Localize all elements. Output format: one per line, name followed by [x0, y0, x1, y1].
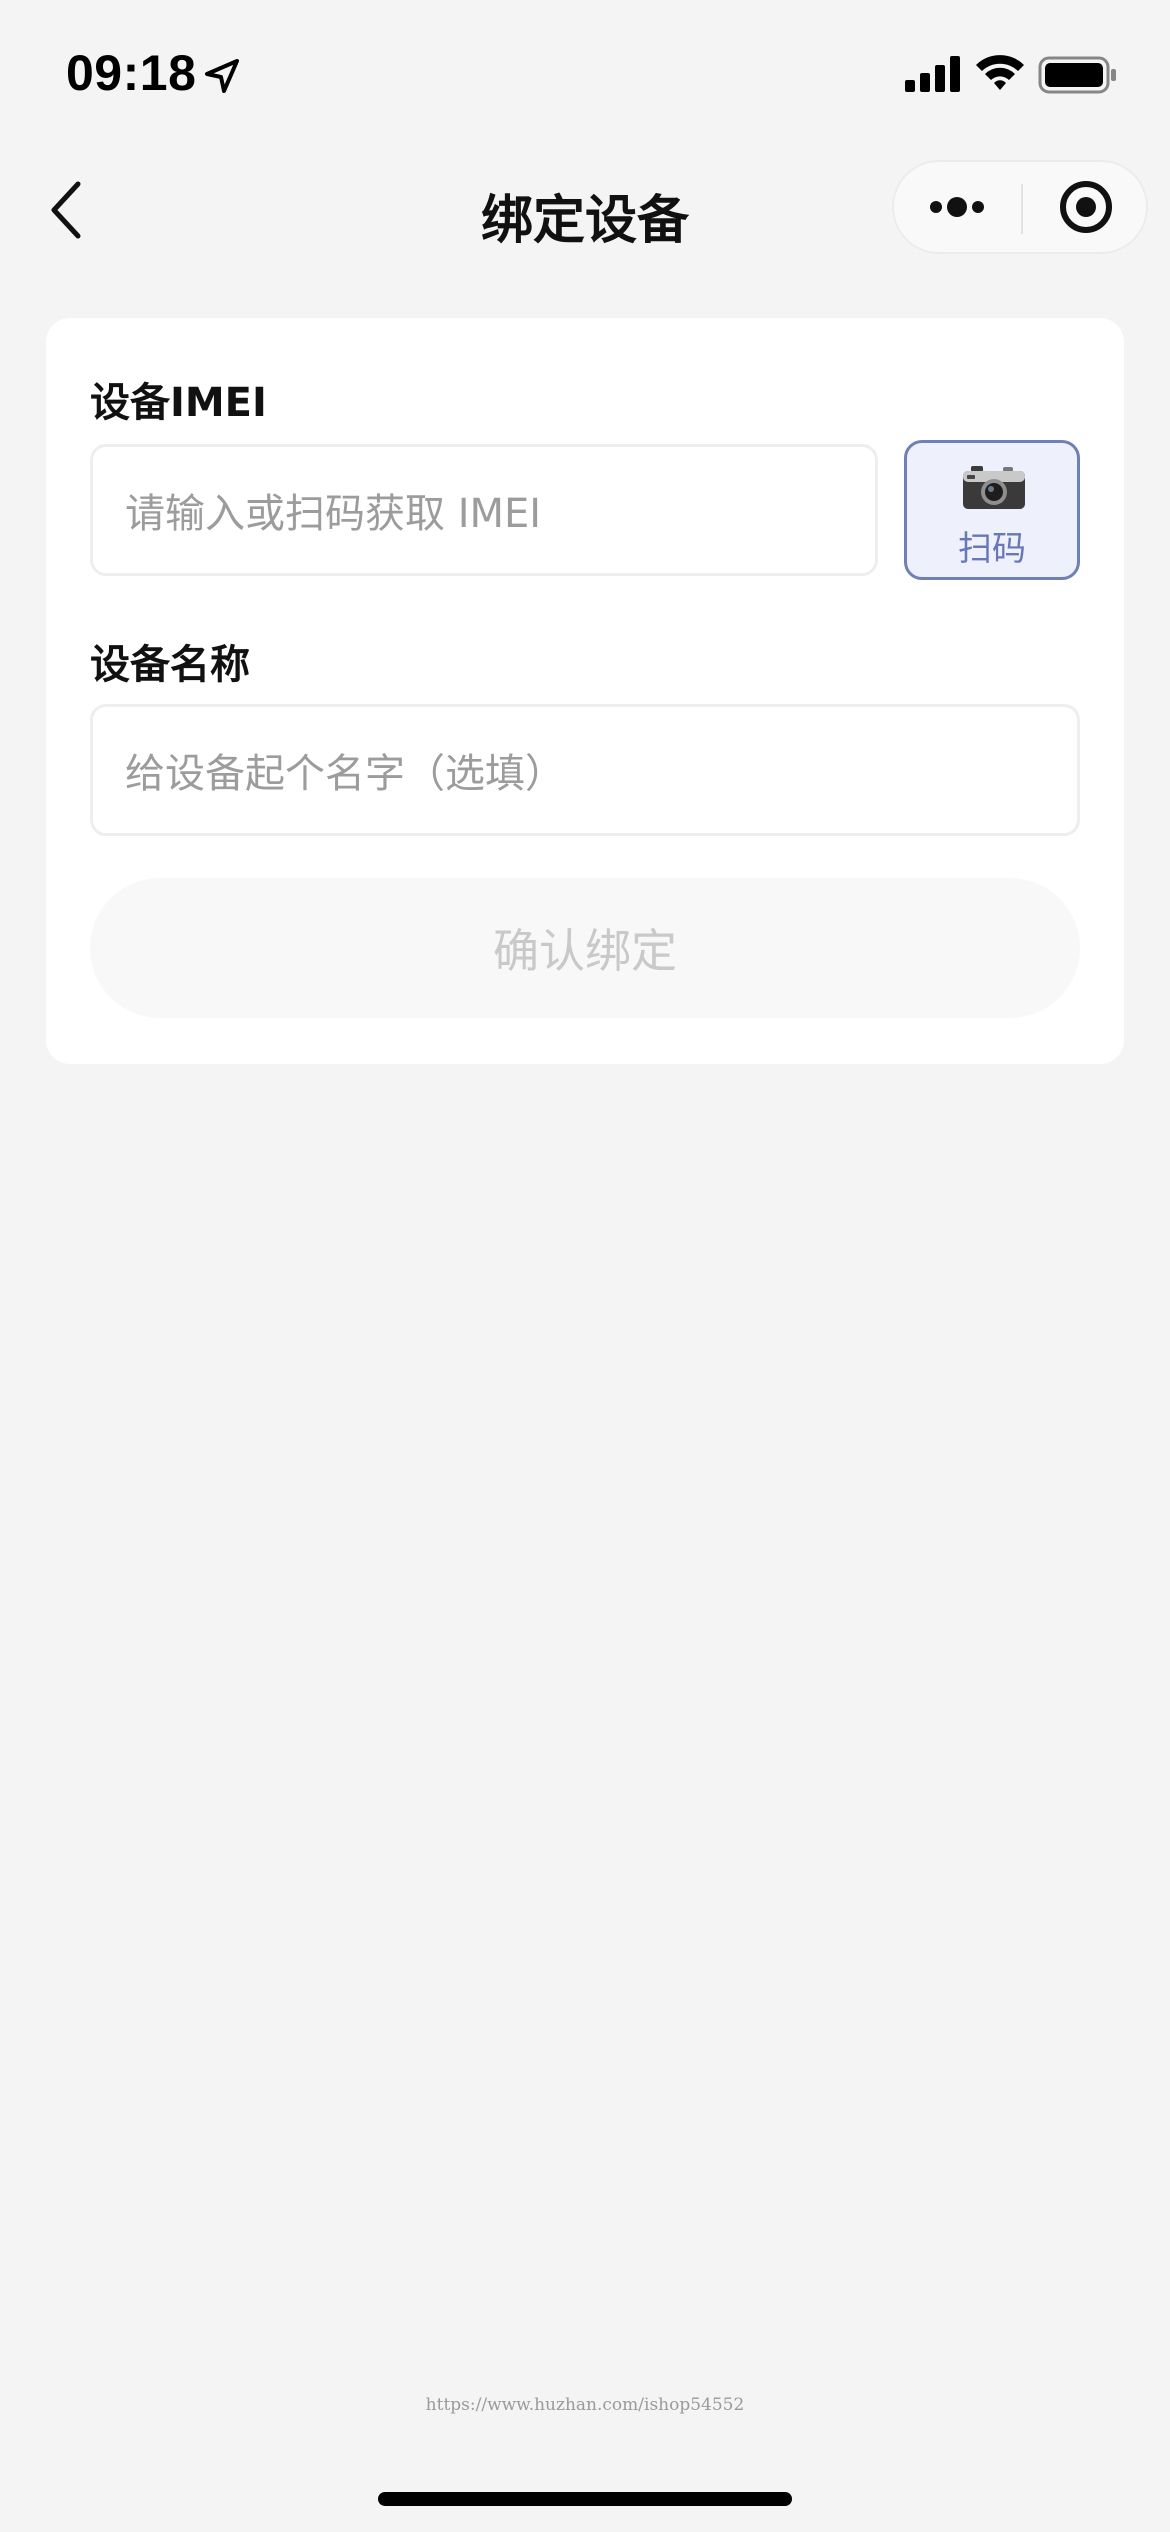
- device-name-placeholder: 给设备起个名字（选填）: [125, 751, 565, 797]
- watermark: https://www.huzhan.com/ishop54552: [425, 2395, 745, 2415]
- nav-bar: 绑定设备: [0, 150, 1170, 270]
- mini-program-capsule: [892, 160, 1148, 254]
- status-time: 09:18: [66, 45, 197, 101]
- location-arrow-icon: [205, 59, 239, 93]
- status-bar: 09:18: [0, 0, 1170, 140]
- imei-label: 设备IMEI: [90, 380, 267, 426]
- device-name-label: 设备名称: [90, 642, 250, 688]
- confirm-bind-button[interactable]: 确认绑定: [90, 878, 1080, 1018]
- wifi-icon: [976, 55, 1024, 90]
- camera-icon: [963, 466, 1025, 509]
- screen: 09:18 绑定设备 设备IMEI 请输入或扫码获取 IMEI 扫码 设备名称 …: [0, 0, 1170, 2532]
- more-dots-icon: [930, 197, 984, 217]
- scan-label: 扫码: [958, 529, 1026, 569]
- home-indicator: [378, 2492, 792, 2506]
- imei-placeholder: 请输入或扫码获取 IMEI: [125, 491, 542, 537]
- cellular-signal-icon: [905, 56, 960, 92]
- scan-button[interactable]: 扫码: [904, 440, 1080, 580]
- imei-input[interactable]: 请输入或扫码获取 IMEI: [90, 444, 878, 576]
- bind-device-card: 设备IMEI 请输入或扫码获取 IMEI 扫码 设备名称 给设备起个名字（选填）…: [46, 318, 1124, 1064]
- target-close-icon: [1060, 181, 1112, 233]
- close-mini-program-button[interactable]: [1023, 162, 1148, 252]
- device-name-input[interactable]: 给设备起个名字（选填）: [90, 704, 1080, 836]
- more-button[interactable]: [894, 162, 1021, 252]
- battery-icon: [1038, 56, 1116, 94]
